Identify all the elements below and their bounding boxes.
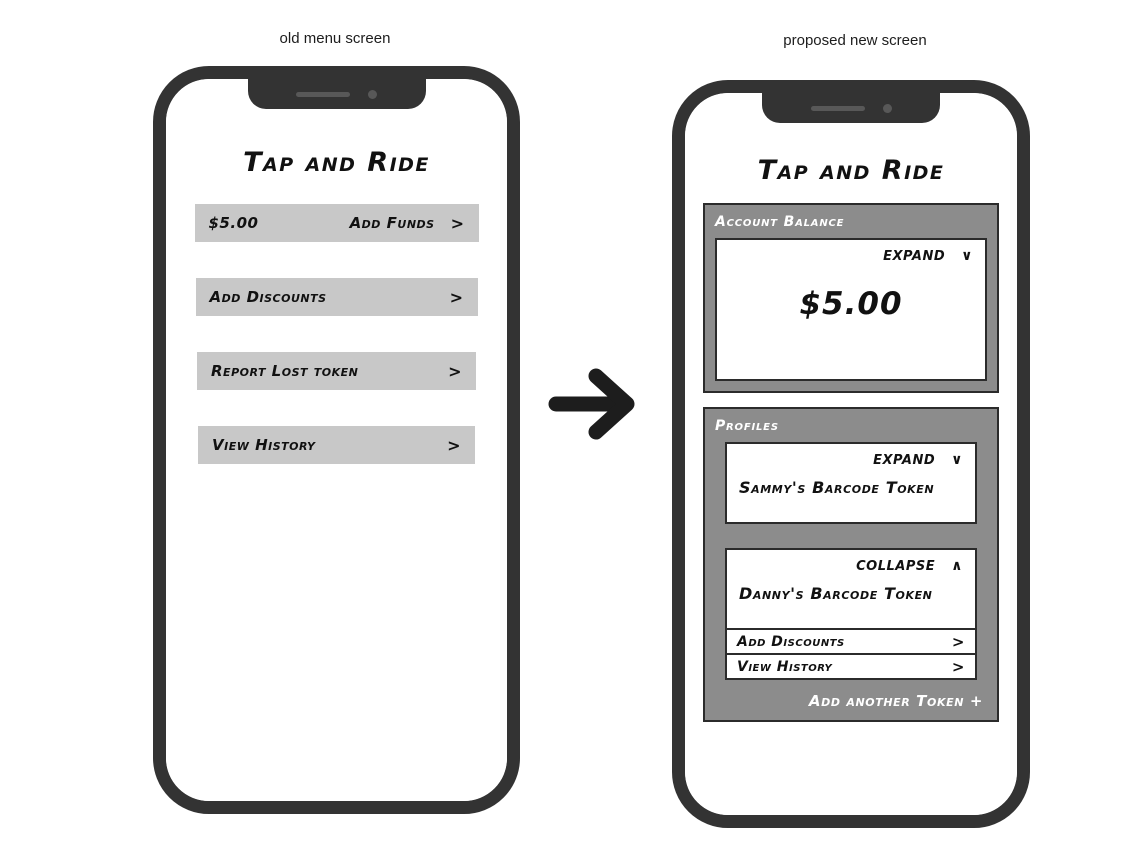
profile-action-add-discounts[interactable]: Add Discounts > (725, 630, 977, 655)
screen-old: Tap and Ride $5.00 Add Funds > Add Disco… (166, 79, 507, 801)
chevron-right-icon: > (951, 632, 965, 651)
chevron-right-icon: > (951, 657, 965, 676)
chevron-down-icon: ∨ (951, 452, 963, 468)
menu-item-view-history[interactable]: View History > (198, 426, 475, 464)
chevron-up-icon: ∧ (951, 558, 963, 574)
balance-value: $5.00 (208, 214, 259, 232)
app-title-new: Tap and Ride (757, 155, 945, 186)
account-balance-card[interactable]: EXPAND ∨ $5.00 (715, 238, 987, 381)
profile-action-view-history[interactable]: View History > (725, 655, 977, 680)
menu-list: $5.00 Add Funds > Add Discounts > Report… (166, 204, 507, 500)
phone-notch (762, 93, 940, 123)
panels-container: Account Balance EXPAND ∨ $5.00 Profiles … (703, 203, 999, 736)
panel-title-profiles: Profiles (715, 418, 779, 434)
speaker-grille-icon (296, 91, 350, 97)
balance-amount: $5.00 (799, 285, 903, 322)
collapse-toggle-danny[interactable]: COLLAPSE ∧ (739, 558, 963, 574)
expand-toggle-sammy[interactable]: EXPAND ∨ (739, 452, 963, 468)
chevron-right-icon: > (448, 361, 462, 381)
chevron-right-icon: > (447, 435, 461, 455)
phone-mockup-new: Tap and Ride Account Balance EXPAND ∨ $5… (672, 80, 1030, 828)
panel-title-account-balance: Account Balance (715, 214, 845, 230)
panel-account-balance: Account Balance EXPAND ∨ $5.00 (703, 203, 999, 393)
phone-mockup-old: Tap and Ride $5.00 Add Funds > Add Disco… (153, 66, 520, 814)
menu-item-label: Report Lost token (211, 362, 359, 380)
phone-notch (247, 79, 426, 109)
add-another-token-button[interactable]: Add another Token + (715, 692, 987, 710)
menu-item-add-funds[interactable]: $5.00 Add Funds > (194, 204, 479, 242)
menu-item-label: Add Funds (349, 214, 435, 232)
expand-toggle-balance[interactable]: EXPAND ∨ (729, 248, 973, 264)
front-camera-icon (368, 89, 377, 99)
caption-old-screen: old menu screen (279, 30, 391, 47)
screen-new: Tap and Ride Account Balance EXPAND ∨ $5… (685, 93, 1017, 815)
menu-item-add-discounts[interactable]: Add Discounts > (195, 278, 478, 316)
menu-item-label: Add Discounts (209, 288, 327, 306)
chevron-right-icon: > (449, 287, 464, 307)
profile-card-sammy[interactable]: EXPAND ∨ Sammy's Barcode Token (725, 442, 977, 524)
expand-toggle-label: EXPAND (883, 248, 946, 264)
caption-new-screen: proposed new screen (783, 32, 927, 49)
profile-name: Danny's Barcode Token (739, 584, 933, 603)
profile-name: Sammy's Barcode Token (739, 478, 935, 497)
collapse-toggle-label: COLLAPSE (856, 558, 936, 574)
profile-actions-danny: Add Discounts > View History > (725, 630, 977, 680)
profile-action-label: View History (737, 658, 833, 675)
speaker-grille-icon (810, 105, 865, 111)
arrow-right-icon (548, 368, 635, 440)
chevron-right-icon: > (450, 213, 465, 233)
menu-item-label: View History (212, 436, 316, 454)
profile-action-label: Add Discounts (737, 633, 845, 650)
front-camera-icon (882, 103, 892, 113)
app-title-old: Tap and Ride (243, 147, 430, 178)
panel-profiles: Profiles EXPAND ∨ Sammy's Barcode Token … (703, 407, 999, 722)
profile-card-danny[interactable]: COLLAPSE ∧ Danny's Barcode Token (725, 548, 977, 630)
chevron-down-icon: ∨ (961, 248, 973, 264)
expand-toggle-label: EXPAND (873, 452, 936, 468)
menu-item-report-lost-token[interactable]: Report Lost token > (197, 352, 476, 390)
